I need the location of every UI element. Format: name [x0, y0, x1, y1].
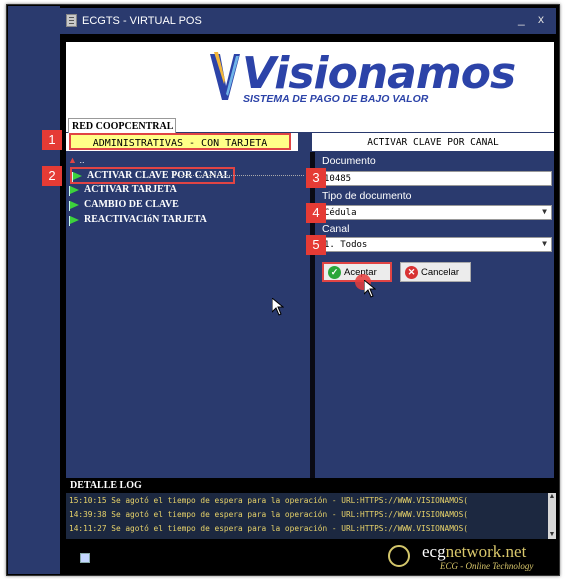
- title-bar[interactable]: ECGTS - VIRTUAL POS _ x: [60, 8, 556, 34]
- tree-item-cambio-de-clave[interactable]: CAMBIO DE CLAVE: [69, 199, 179, 211]
- canal-select[interactable]: 1. Todos ▼: [320, 237, 552, 252]
- category-header: ADMINISTRATIVAS - CON TARJETA: [69, 133, 291, 150]
- tipo-documento-value: Cédula: [324, 208, 357, 218]
- visionamos-v-icon: [210, 52, 240, 100]
- cancelar-label: Cancelar: [421, 266, 460, 278]
- calculator-icon[interactable]: [80, 553, 90, 563]
- logo-tagline: SISTEMA DE PAGO DE BAJO VALOR: [243, 93, 429, 105]
- step-badge-4: 4: [306, 203, 326, 223]
- tree-connector: [174, 175, 304, 176]
- chevron-down-icon[interactable]: ▼: [542, 239, 547, 248]
- mouse-pointer-icon: [364, 280, 376, 298]
- footer-brand: ecgnetwork.net: [422, 542, 526, 562]
- footer-tagline: ECG - Online Technology: [440, 561, 534, 571]
- log-line: 15:10:15 Se agotó el tiempo de espera pa…: [69, 496, 469, 505]
- flag-icon: [72, 171, 82, 182]
- scroll-down-icon[interactable]: ▼: [548, 531, 556, 539]
- canal-value: 1. Todos: [324, 240, 368, 250]
- tree-root[interactable]: ▲ ..: [68, 155, 84, 165]
- check-icon: ✓: [328, 265, 341, 279]
- cancelar-button[interactable]: ✕ Cancelar: [400, 262, 471, 282]
- ecgnetwork-logo-icon: [388, 545, 410, 567]
- step-badge-1: 1: [42, 130, 62, 150]
- tipo-documento-label: Tipo de documento: [322, 190, 412, 202]
- brand-prefix: ecg: [422, 542, 446, 561]
- documento-label: Documento: [322, 155, 376, 167]
- tree-root-label: ..: [79, 155, 85, 165]
- log-panel[interactable]: 15:10:15 Se agotó el tiempo de espera pa…: [66, 493, 556, 539]
- tree-item-label: REACTIVACIóN TARJETA: [84, 214, 207, 225]
- right-header: ACTIVAR CLAVE POR CANAL: [312, 133, 554, 151]
- step-badge-2: 2: [42, 166, 62, 186]
- tree-item-label: ACTIVAR TARJETA: [84, 184, 177, 195]
- chevron-down-icon[interactable]: ▼: [542, 207, 547, 216]
- tipo-documento-select[interactable]: Cédula ▼: [320, 205, 552, 220]
- close-button[interactable]: x: [538, 12, 544, 26]
- logo-banner: Visionamos SISTEMA DE PAGO DE BAJO VALOR: [66, 42, 554, 118]
- close-icon: ✕: [405, 265, 418, 279]
- log-line: 14:39:38 Se agotó el tiempo de espera pa…: [69, 510, 469, 519]
- flag-icon: [69, 200, 79, 211]
- activation-form: Documento 10485 Tipo de documento Cédula…: [316, 153, 554, 473]
- tree-item-label: CAMBIO DE CLAVE: [84, 199, 179, 210]
- mouse-pointer-icon: [272, 298, 284, 316]
- brand-suffix: network.net: [445, 542, 527, 561]
- panel-divider[interactable]: [310, 152, 315, 478]
- flag-icon: [69, 185, 79, 196]
- minimize-button[interactable]: _: [518, 12, 525, 26]
- window-title: ECGTS - VIRTUAL POS: [82, 15, 202, 27]
- documento-input[interactable]: 10485: [320, 171, 552, 186]
- footer: ecgnetwork.net ECG - Online Technology: [66, 539, 556, 574]
- tree-item-reactivacion-tarjeta[interactable]: REACTIVACIóN TARJETA: [69, 214, 207, 226]
- tree-item-activar-tarjeta[interactable]: ACTIVAR TARJETA: [69, 184, 177, 196]
- log-line: 14:11:27 Se agotó el tiempo de espera pa…: [69, 524, 469, 533]
- canal-label: Canal: [322, 223, 350, 235]
- log-scrollbar[interactable]: ▲ ▼: [548, 493, 556, 539]
- step-badge-5: 5: [306, 235, 326, 255]
- left-header: ADMINISTRATIVAS - CON TARJETA: [66, 133, 298, 151]
- scroll-up-icon[interactable]: ▲: [548, 493, 556, 501]
- logo-brand: Visionamos: [242, 48, 516, 99]
- app-icon: [66, 14, 77, 27]
- log-title: DETALLE LOG: [70, 480, 142, 491]
- step-badge-3: 3: [306, 168, 326, 188]
- tab-red-coopcentral[interactable]: RED COOPCENTRAL: [68, 118, 176, 133]
- left-strip: [8, 6, 60, 574]
- flag-icon: [69, 215, 79, 226]
